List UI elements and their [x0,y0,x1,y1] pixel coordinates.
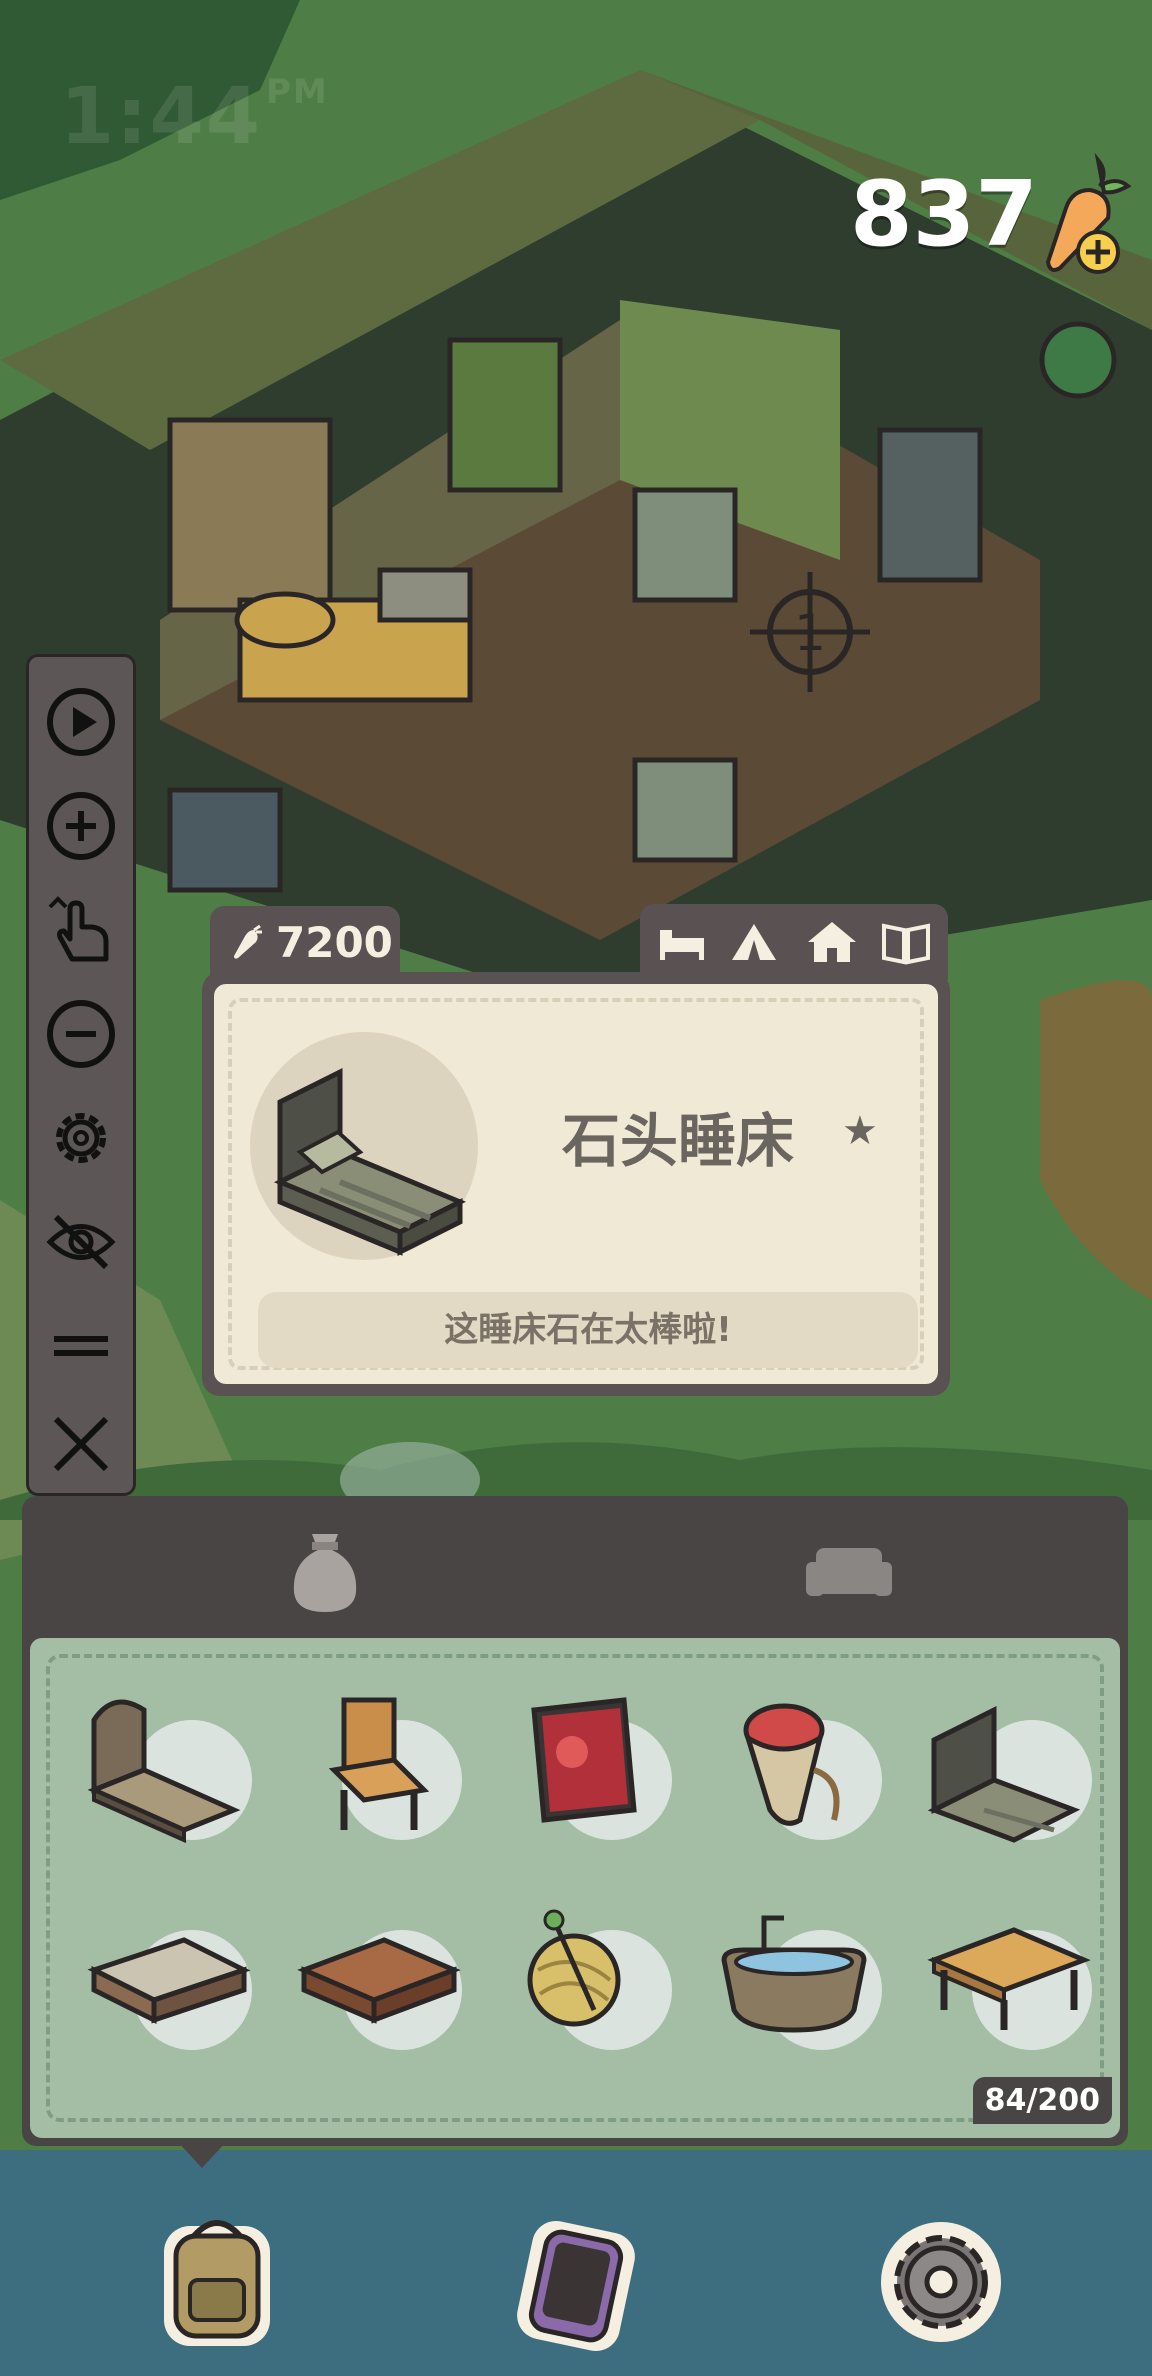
inventory-pointer [176,2140,228,2168]
item-info-card: 石头睡床 ★ 这睡床石在太棒啦! [202,972,950,1396]
sack-icon[interactable] [270,1516,380,1626]
inventory-slot[interactable] [284,1890,464,2060]
book-icon[interactable] [880,918,932,966]
night-crawlers-book-icon [531,1697,637,1823]
carrot-icon [234,924,262,959]
equals-icon [54,1336,108,1356]
item-description: 这睡床石在太棒啦! [258,1292,918,1368]
drag-mode-button[interactable] [44,893,118,967]
clock: 1:44 PM [60,72,329,162]
add-carrot-icon[interactable] [1020,150,1140,280]
inventory-slot[interactable] [74,1890,254,2060]
watermelon-hat-icon [743,1703,840,1826]
tent-icon[interactable] [728,918,780,966]
settings-button[interactable] [44,1101,118,1175]
close-button[interactable] [44,1407,118,1481]
wooden-tray-table-icon [297,1937,461,2024]
wooden-chair-icon [328,1697,430,1830]
house-icon[interactable] [806,918,858,966]
svg-text:1: 1 [794,604,826,662]
inventory-slot[interactable] [704,1680,884,1850]
inventory-slot[interactable] [74,1680,254,1850]
yarn-ball-icon [527,1909,621,2027]
backpack-icon[interactable] [142,2200,292,2360]
sofa-icon[interactable] [794,1516,904,1626]
item-cost-tab: 7200 [210,906,400,978]
stone-bed-icon [927,1705,1081,1843]
hide-ui-button[interactable] [44,1205,118,1279]
play-icon [47,688,115,756]
stone-bed-icon [273,1067,467,1257]
wooden-arch-bed-icon [87,1699,241,1844]
inventory-slot[interactable] [914,1890,1094,2060]
zoom-out-button[interactable] [44,997,118,1071]
phone-icon[interactable] [500,2200,650,2360]
wooden-table-icon [927,1927,1091,2030]
inventory-count: 84/200 [972,2077,1112,2124]
menu-button[interactable] [44,1309,118,1383]
clock-time: 1:44 [60,72,263,162]
zoom-in-button[interactable] [44,789,118,863]
inventory-panel: 84/200 [22,1496,1128,2146]
inventory-slot[interactable] [284,1680,464,1850]
category-tabs [640,904,948,980]
inventory-slot[interactable] [494,1890,674,2060]
card-body: 石头睡床 ★ 这睡床石在太棒啦! [214,984,938,1384]
settings-gear-icon[interactable] [866,2200,1016,2360]
stone-bench-icon [87,1937,251,2025]
play-button[interactable] [44,685,118,759]
inventory-slot[interactable] [494,1680,674,1850]
item-cost: 7200 [276,918,393,967]
inventory-grid: 84/200 [30,1638,1120,2138]
bed-icon[interactable] [656,918,708,966]
zoom-out-icon [47,1000,115,1068]
inventory-slot[interactable] [914,1680,1094,1850]
carrot-currency-count: 837 [850,162,1038,267]
item-preview [250,1032,478,1260]
drag-hand-icon [48,896,109,962]
favorite-star-icon[interactable]: ★ [842,1108,878,1154]
bathtub-icon [721,1915,867,2033]
item-name: 石头睡床 [562,1107,795,1175]
inventory-slot[interactable] [704,1890,884,2060]
clock-ampm: PM [266,72,329,112]
close-icon [53,1416,109,1472]
hide-eye-icon [46,1214,116,1270]
camera-toolbar [26,654,136,1496]
gear-icon [56,1113,106,1163]
zoom-in-icon [47,792,115,860]
